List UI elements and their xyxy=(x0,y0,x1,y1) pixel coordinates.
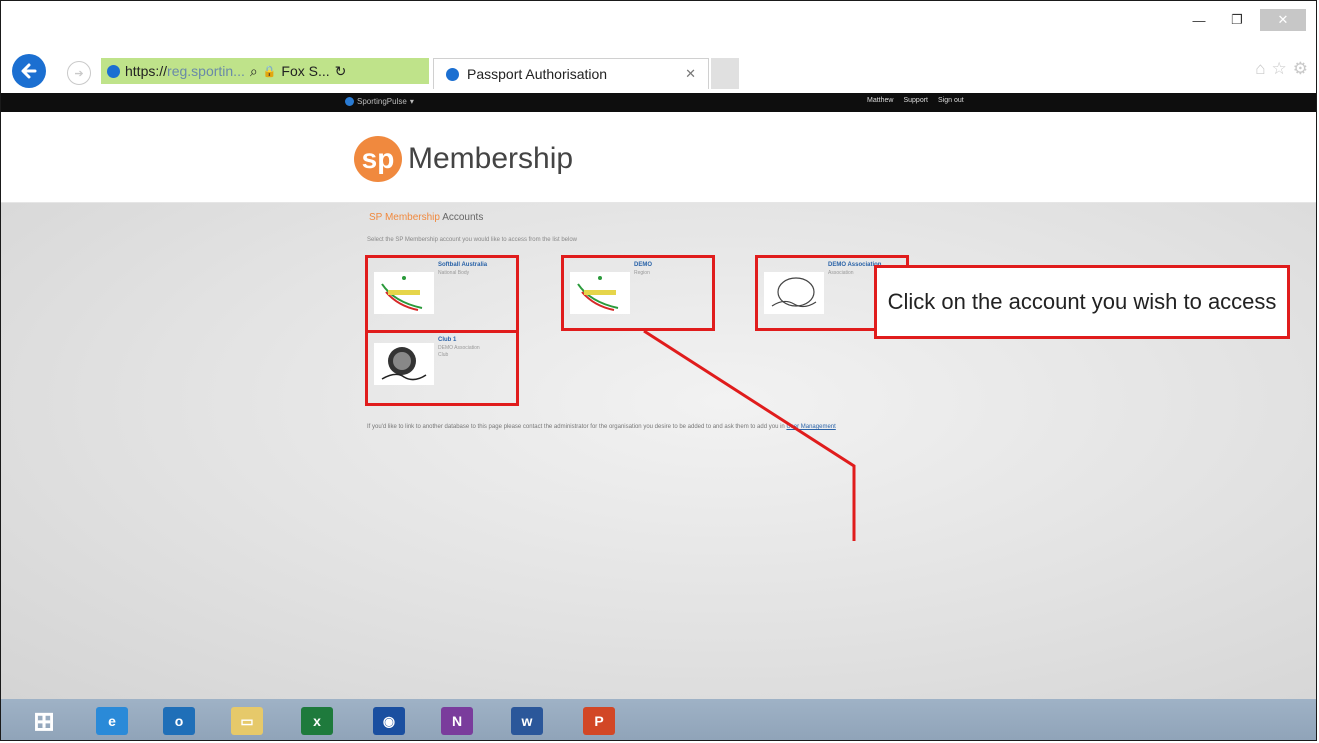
browser-app-taskbar-button[interactable]: ◉ xyxy=(363,703,415,739)
restore-button[interactable]: ❐ xyxy=(1222,9,1252,31)
account-parent: DEMO Association xyxy=(438,345,480,351)
powerpoint-taskbar-button[interactable]: P xyxy=(573,703,625,739)
windows-taskbar: ⊞ e o ▭ x ◉ Nw P xyxy=(1,699,1316,740)
softball-logo-icon xyxy=(374,272,434,314)
user-management-link[interactable]: User Management xyxy=(786,424,835,430)
address-protocol: https:// xyxy=(125,63,168,79)
window-controls: — ❐ ✕ xyxy=(1184,9,1306,31)
account-name: Softball Australia xyxy=(438,262,488,268)
address-host: reg.sportin... xyxy=(167,63,245,79)
word-icon: w xyxy=(511,707,543,735)
browser-window: — ❐ ✕ ➔ https://reg.sportin... ⌕ 🔒 Fox S… xyxy=(0,0,1317,741)
refresh-icon[interactable]: ↻ xyxy=(335,63,347,80)
arrow-right-icon: ➔ xyxy=(74,67,84,80)
browser-chrome: — ❐ ✕ ➔ https://reg.sportin... ⌕ 🔒 Fox S… xyxy=(1,1,1316,93)
nav-link-sign-out[interactable]: Sign out xyxy=(938,97,964,104)
forward-button[interactable]: ➔ xyxy=(67,61,91,85)
onenote-icon: N xyxy=(441,707,473,735)
new-tab-button[interactable] xyxy=(711,58,739,89)
note-text: If you'd like to link to another databas… xyxy=(367,424,785,430)
account-type: Region xyxy=(634,270,650,276)
sportingpulse-logo-icon xyxy=(345,97,354,106)
search-icon[interactable]: ⌕ xyxy=(250,63,258,80)
outlook-icon: o xyxy=(163,707,195,735)
site-identity[interactable]: Fox S... xyxy=(281,63,329,79)
account-type: Association xyxy=(828,270,854,276)
windows-start-icon: ⊞ xyxy=(33,705,55,736)
file-explorer-taskbar-button[interactable]: ▭ xyxy=(221,703,273,739)
instruction-callout: Click on the account you wish to access xyxy=(874,265,1290,339)
tab-title: Passport Authorisation xyxy=(467,66,608,82)
tab-close-icon[interactable]: ✕ xyxy=(685,66,696,82)
back-button[interactable] xyxy=(12,54,46,88)
outlook-taskbar-button[interactable]: o xyxy=(153,703,205,739)
account-type: National Body xyxy=(438,270,470,276)
onenote-taskbar-button[interactable]: N xyxy=(431,703,483,739)
address-bar[interactable]: https://reg.sportin... ⌕ 🔒 Fox S... ↻ xyxy=(101,58,429,84)
chevron-down-icon: ▾ xyxy=(409,97,414,106)
internet-explorer-taskbar-button[interactable]: e xyxy=(86,703,138,739)
site-top-nav: SportingPulse ▾ Matthew Support Sign out xyxy=(1,93,1316,112)
title-prefix: SP Membership xyxy=(369,212,440,223)
lock-icon: 🔒 xyxy=(262,65,277,78)
softball-logo-icon xyxy=(570,272,630,314)
account-card-demo[interactable]: DEMO Region xyxy=(561,255,715,331)
windows-start-taskbar-button[interactable]: ⊞ xyxy=(18,703,70,739)
account-card-club-1[interactable]: Club 1 DEMO Association Club xyxy=(365,330,519,406)
account-name: DEMO xyxy=(634,262,652,268)
minimize-button[interactable]: — xyxy=(1184,9,1214,31)
page-header: sp Membership xyxy=(1,112,1316,203)
club-logo-icon xyxy=(374,343,434,385)
arrow-left-icon xyxy=(21,63,37,79)
powerpoint-icon: P xyxy=(583,707,615,735)
account-card-softball-australia[interactable]: Softball Australia National Body xyxy=(365,255,519,333)
star-icon[interactable]: ☆ xyxy=(1272,59,1287,79)
link-database-note: If you'd like to link to another databas… xyxy=(367,421,947,433)
browser-toolbar-icons: ⌂ ☆ ⚙ xyxy=(1255,59,1308,79)
sportingpulse-menu[interactable]: SportingPulse ▾ xyxy=(345,97,414,106)
page-subtitle: Select the SP Membership account you wou… xyxy=(367,237,577,243)
tab-globe-icon xyxy=(446,67,459,81)
association-logo-icon xyxy=(764,272,824,314)
excel-icon: x xyxy=(301,707,333,735)
file-explorer-icon: ▭ xyxy=(231,707,263,735)
word-taskbar-button[interactable]: w xyxy=(501,703,553,739)
logo-word: Membership xyxy=(408,142,574,175)
close-button[interactable]: ✕ xyxy=(1260,9,1306,31)
browser-app-icon: ◉ xyxy=(373,707,405,735)
title-suffix: Accounts xyxy=(442,212,484,223)
excel-taskbar-button[interactable]: x xyxy=(291,703,343,739)
globe-icon xyxy=(107,64,120,78)
copyright-line: ........................................… xyxy=(479,488,602,493)
account-type: Club xyxy=(438,352,449,358)
user-links: Matthew Support Sign out xyxy=(867,97,964,104)
address-text: https://reg.sportin... xyxy=(125,63,245,79)
internet-explorer-icon: e xyxy=(96,707,128,735)
account-name: Club 1 xyxy=(438,337,457,343)
home-icon[interactable]: ⌂ xyxy=(1255,59,1265,79)
nav-link-support[interactable]: Support xyxy=(903,97,928,104)
gear-icon[interactable]: ⚙ xyxy=(1293,59,1308,79)
page-title: SP Membership Accounts xyxy=(369,212,483,223)
membership-logo[interactable]: sp Membership xyxy=(354,136,573,182)
tab-passport-authorisation[interactable]: Passport Authorisation ✕ xyxy=(433,58,709,89)
nav-link-user[interactable]: Matthew xyxy=(867,97,893,104)
sp-logo-icon: sp xyxy=(354,136,402,182)
sportingpulse-label: SportingPulse xyxy=(357,97,407,106)
